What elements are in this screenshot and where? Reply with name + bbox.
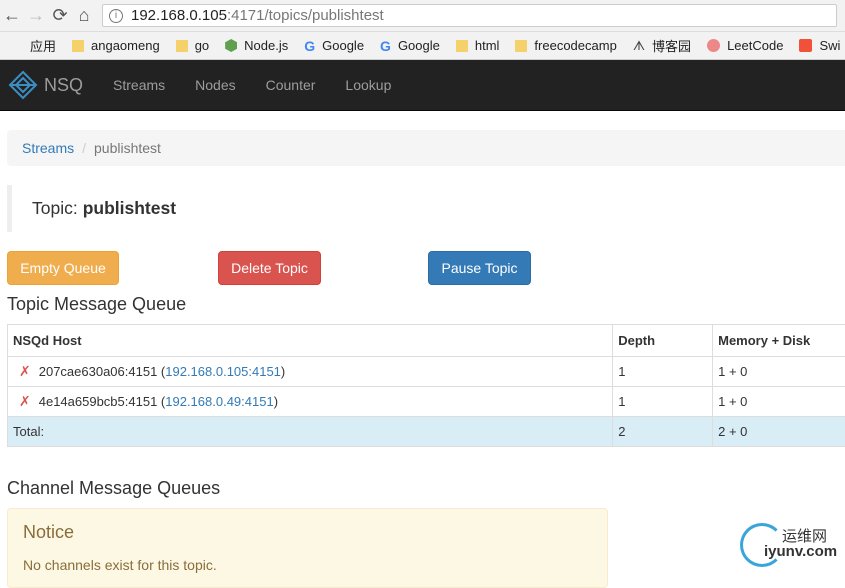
brand-text: NSQ (44, 75, 83, 96)
bookmarks-bar: 应用 angaomeng go Node.js G Google G Googl… (0, 32, 845, 60)
home-icon[interactable]: ⌂ (72, 4, 96, 28)
bookmark-label: Google (322, 38, 364, 53)
bookmark-swift[interactable]: Swi (799, 38, 840, 53)
bookmark-label: html (475, 38, 500, 53)
topic-label: Topic: (32, 198, 78, 219)
swift-icon (799, 39, 812, 52)
url-path: :4171/topics/publishtest (227, 7, 384, 24)
bookmark-google-1[interactable]: G Google (304, 38, 364, 54)
table-row: ✗4e14a659bcb5:4151 (192.168.0.49:4151) 1… (8, 387, 845, 417)
pause-topic-button[interactable]: Pause Topic (428, 251, 531, 285)
channel-queues-title: Channel Message Queues (7, 478, 220, 499)
bookmark-label: freecodecamp (534, 38, 616, 53)
bookmark-google-2[interactable]: G Google (380, 38, 440, 54)
bookmark-label: Node.js (244, 38, 288, 53)
address-bar[interactable]: i 192.168.0.105:4171/topics/publishtest (102, 4, 837, 27)
nav-nodes[interactable]: Nodes (195, 77, 235, 93)
bookmark-label: 应用 (30, 36, 56, 55)
nsq-navbar: NSQ Streams Nodes Counter Lookup (0, 60, 845, 111)
google-icon: G (380, 38, 391, 54)
brand-link[interactable]: NSQ (8, 70, 83, 100)
header-depth: Depth (613, 325, 713, 357)
bookmark-label: 博客园 (652, 36, 691, 55)
breadcrumb-streams[interactable]: Streams (22, 140, 74, 156)
table-header-row: NSQd Host Depth Memory + Disk (8, 325, 845, 357)
forward-icon[interactable]: → (24, 4, 48, 28)
bookmark-cnblogs[interactable]: ᗑ 博客园 (633, 36, 691, 55)
bookmark-label: Swi (819, 38, 840, 53)
memory-cell: 1 + 0 (713, 387, 845, 417)
folder-icon (176, 40, 188, 52)
empty-queue-button[interactable]: Empty Queue (7, 251, 119, 285)
host-address-link[interactable]: 192.168.0.105:4151 (165, 364, 281, 379)
host-name: 207cae630a06:4151 (39, 364, 158, 379)
nsq-logo-icon (8, 70, 38, 100)
bookmark-freecodecamp[interactable]: freecodecamp (515, 38, 616, 53)
breadcrumb-separator: / (82, 140, 86, 156)
nav-counter[interactable]: Counter (266, 77, 316, 93)
breadcrumb: Streams / publishtest (7, 130, 845, 166)
watermark-logo: 运维网 iyunv.com (740, 521, 840, 567)
back-icon[interactable]: ← (0, 4, 24, 28)
bookmark-go[interactable]: go (176, 38, 209, 53)
bookmark-angaomeng[interactable]: angaomeng (72, 38, 160, 53)
watermark-en: iyunv.com (764, 543, 837, 560)
browser-toolbar: ← → ⟳ ⌂ i 192.168.0.105:4171/topics/publ… (0, 0, 845, 32)
header-memory-disk: Memory + Disk (713, 325, 845, 357)
url-host: 192.168.0.105 (131, 7, 227, 24)
bookmark-html[interactable]: html (456, 38, 500, 53)
folder-icon (456, 40, 468, 52)
error-icon: ✗ (19, 393, 31, 409)
bookmark-label: LeetCode (727, 38, 783, 53)
table-row: ✗207cae630a06:4151 (192.168.0.105:4151) … (8, 357, 845, 387)
cnblogs-icon: ᗑ (633, 38, 645, 54)
total-depth: 2 (613, 417, 713, 447)
bookmark-label: go (195, 38, 209, 53)
folder-icon (515, 40, 527, 52)
topic-heading: Topic: publishtest (7, 185, 845, 232)
nav-streams[interactable]: Streams (113, 77, 165, 93)
nav-lookup[interactable]: Lookup (345, 77, 391, 93)
bookmark-label: angaomeng (91, 38, 160, 53)
delete-topic-button[interactable]: Delete Topic (218, 251, 321, 285)
bookmark-apps[interactable]: 应用 (10, 36, 56, 55)
bookmark-label: Google (398, 38, 440, 53)
depth-cell: 1 (613, 387, 713, 417)
host-address-link[interactable]: 192.168.0.49:4151 (165, 394, 273, 409)
notice-title: Notice (23, 522, 607, 543)
topic-queue-table: NSQd Host Depth Memory + Disk ✗ 207cae630… (7, 324, 845, 447)
google-icon: G (304, 38, 315, 54)
folder-icon (72, 40, 84, 52)
topic-queue-title: Topic Message Queue (7, 294, 186, 315)
breadcrumb-current: publishtest (94, 140, 161, 156)
reload-icon[interactable]: ⟳ (48, 4, 72, 28)
total-label: Total: (8, 417, 613, 447)
leetcode-icon (707, 39, 720, 52)
depth-cell: 1 (613, 357, 713, 387)
info-icon[interactable]: i (109, 9, 123, 23)
notice-alert: Notice No channels exist for this topic. (7, 508, 608, 588)
memory-cell: 1 + 0 (713, 357, 845, 387)
host-name: 4e14a659bcb5:4151 (39, 394, 158, 409)
error-icon: ✗ (19, 363, 31, 379)
notice-message: No channels exist for this topic. (23, 557, 607, 573)
bookmark-nodejs[interactable]: Node.js (225, 38, 288, 53)
total-memory: 2 + 0 (713, 417, 845, 447)
host-cell: ✗207cae630a06:4151 (192.168.0.105:4151) (8, 357, 613, 387)
apps-icon (10, 39, 23, 52)
bookmark-leetcode[interactable]: LeetCode (707, 38, 783, 53)
host-cell: ✗4e14a659bcb5:4151 (192.168.0.49:4151) (8, 387, 613, 417)
topic-name: publishtest (83, 198, 176, 219)
header-nsqd-host: NSQd Host (8, 325, 613, 357)
nodejs-icon (225, 39, 237, 52)
table-total-row: Total: 2 2 + 0 (8, 417, 845, 447)
